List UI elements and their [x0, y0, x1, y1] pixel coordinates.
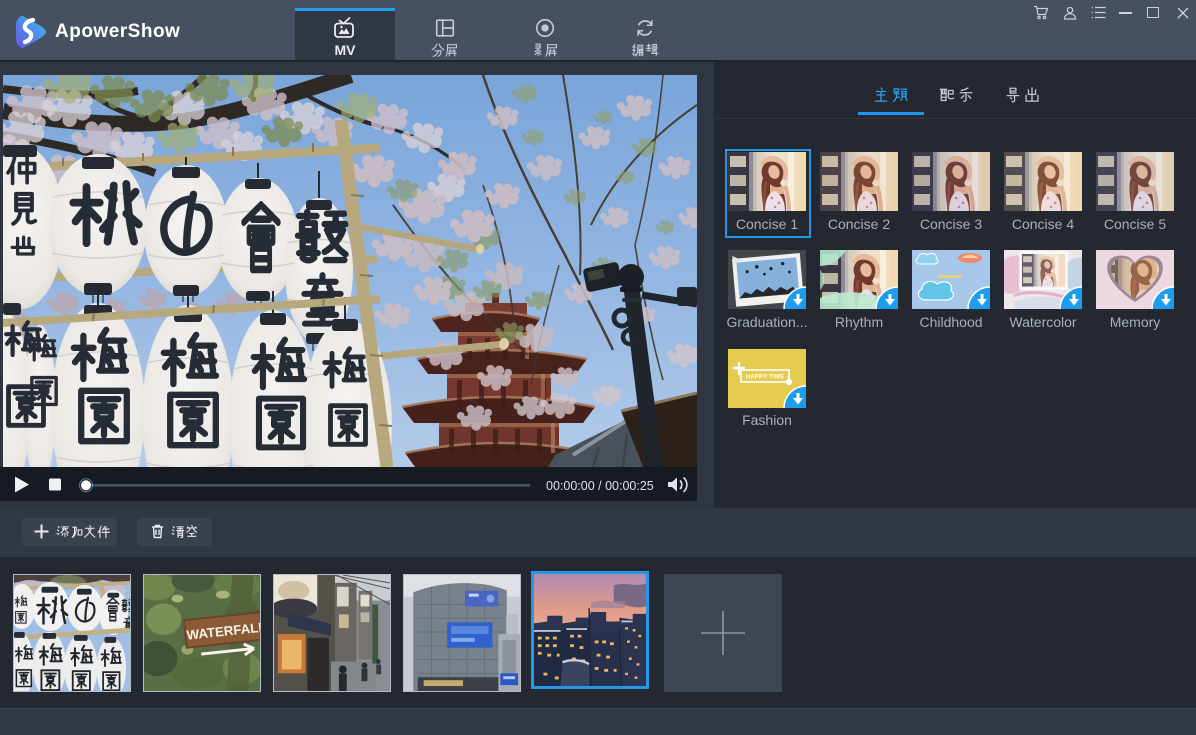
svg-text:HAPPY TIME: HAPPY TIME	[746, 375, 785, 381]
svg-text:00:00:00 / 00:00:25: 00:00:00 / 00:00:25	[546, 479, 654, 493]
